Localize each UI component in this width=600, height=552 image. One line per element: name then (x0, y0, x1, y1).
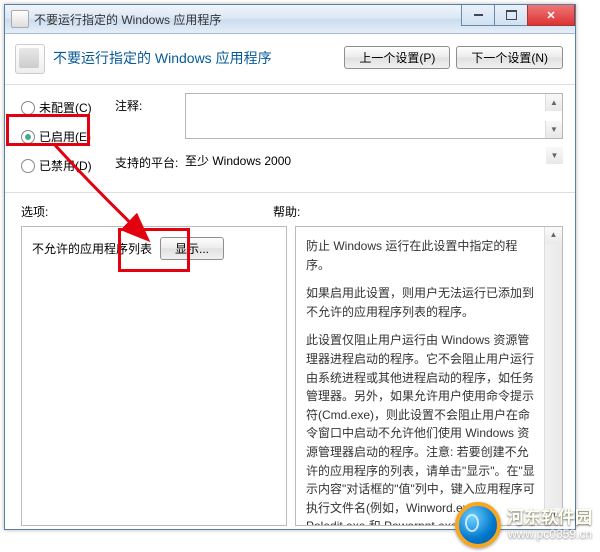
disallowed-list-label: 不允许的应用程序列表 (32, 240, 152, 257)
options-section-label: 选项: (21, 203, 273, 220)
radio-label: 未配置(C) (39, 99, 92, 116)
help-scrollbar[interactable]: ▲ ▼ (544, 227, 562, 525)
scrollbar[interactable]: ▲ ▼ (545, 94, 562, 138)
help-paragraph: 防止 Windows 运行在此设置中指定的程序。 (306, 237, 538, 274)
options-panel: 不允许的应用程序列表 显示... (21, 226, 287, 526)
next-setting-button[interactable]: 下一个设置(N) (456, 46, 563, 69)
help-section-label: 帮助: (273, 203, 563, 220)
radio-icon (21, 101, 35, 115)
globe-icon (455, 502, 501, 548)
minimize-button[interactable] (461, 5, 495, 26)
platform-label: 支持的平台: (115, 150, 185, 171)
maximize-button[interactable] (494, 5, 528, 26)
radio-icon (21, 130, 35, 144)
comment-label: 注释: (115, 93, 185, 114)
window-title: 不要运行指定的 Windows 应用程序 (34, 11, 221, 28)
scroll-up-icon[interactable]: ▲ (545, 227, 562, 244)
radio-label: 已禁用(D) (39, 157, 92, 174)
policy-icon (15, 44, 45, 74)
chevron-down-icon[interactable]: ▼ (546, 147, 563, 164)
scroll-down-icon[interactable]: ▼ (545, 121, 562, 138)
help-panel: 防止 Windows 运行在此设置中指定的程序。 如果启用此设置，则用户无法运行… (295, 226, 563, 526)
close-button[interactable]: ✕ (527, 5, 575, 26)
scroll-up-icon[interactable]: ▲ (545, 94, 562, 111)
header: 不要运行指定的 Windows 应用程序 上一个设置(P) 下一个设置(N) (5, 34, 575, 85)
previous-setting-button[interactable]: 上一个设置(P) (344, 46, 450, 69)
help-paragraph: 此设置仅阻止用户运行由 Windows 资源管理器进程启动的程序。它不会阻止用户… (306, 331, 538, 526)
comment-textarea[interactable]: ▲ ▼ (185, 93, 563, 139)
watermark-url: www.pc0359.cn (507, 528, 592, 541)
policy-heading: 不要运行指定的 Windows 应用程序 (53, 44, 344, 68)
platform-value: 至少 Windows 2000 ▼ (185, 145, 563, 175)
radio-not-configured[interactable]: 未配置(C) (21, 99, 115, 116)
radio-enabled[interactable]: 已启用(E) (21, 128, 115, 145)
radio-disabled[interactable]: 已禁用(D) (21, 157, 115, 174)
watermark-name: 河东软件园 (507, 509, 592, 528)
titlebar[interactable]: 不要运行指定的 Windows 应用程序 ✕ (5, 5, 575, 34)
help-paragraph: 如果启用此设置，则用户无法运行已添加到不允许的应用程序列表的程序。 (306, 284, 538, 321)
radio-icon (21, 159, 35, 173)
radio-label: 已启用(E) (39, 128, 91, 145)
app-icon (11, 10, 29, 28)
watermark: 河东软件园 www.pc0359.cn (0, 498, 600, 552)
show-button[interactable]: 显示... (160, 237, 224, 260)
dialog-window: 不要运行指定的 Windows 应用程序 ✕ 不要运行指定的 Windows 应… (4, 4, 576, 530)
